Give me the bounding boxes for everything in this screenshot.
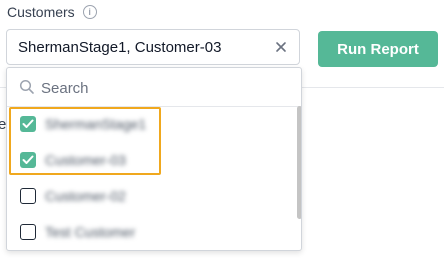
customers-select-value: ShermanStage1, Customer-03 <box>18 39 222 56</box>
option-label: Test Customer <box>45 224 136 240</box>
search-input[interactable] <box>39 76 283 100</box>
customers-label: Customers <box>7 4 75 20</box>
option-item[interactable]: Customer-02 <box>7 178 297 214</box>
info-icon[interactable]: i <box>82 5 97 19</box>
checkbox-unchecked[interactable] <box>20 224 36 240</box>
run-report-button[interactable]: Run Report <box>318 31 438 67</box>
selection-highlight <box>9 107 161 175</box>
clear-icon[interactable] <box>273 39 289 55</box>
search-icon <box>19 79 34 94</box>
dropdown-search <box>7 68 301 107</box>
checkbox-unchecked[interactable] <box>20 188 36 204</box>
dropdown-scrollbar[interactable] <box>297 106 301 250</box>
scrollbar-thumb[interactable] <box>297 106 301 219</box>
customers-select[interactable]: ShermanStage1, Customer-03 <box>6 29 300 65</box>
customers-dropdown: ShermanStage1 Customer-03 Customer-02 Te… <box>6 67 302 251</box>
option-item[interactable]: Test Customer <box>7 214 297 250</box>
customers-label-row: Customers i <box>7 4 97 20</box>
option-label: Customer-02 <box>45 188 126 204</box>
